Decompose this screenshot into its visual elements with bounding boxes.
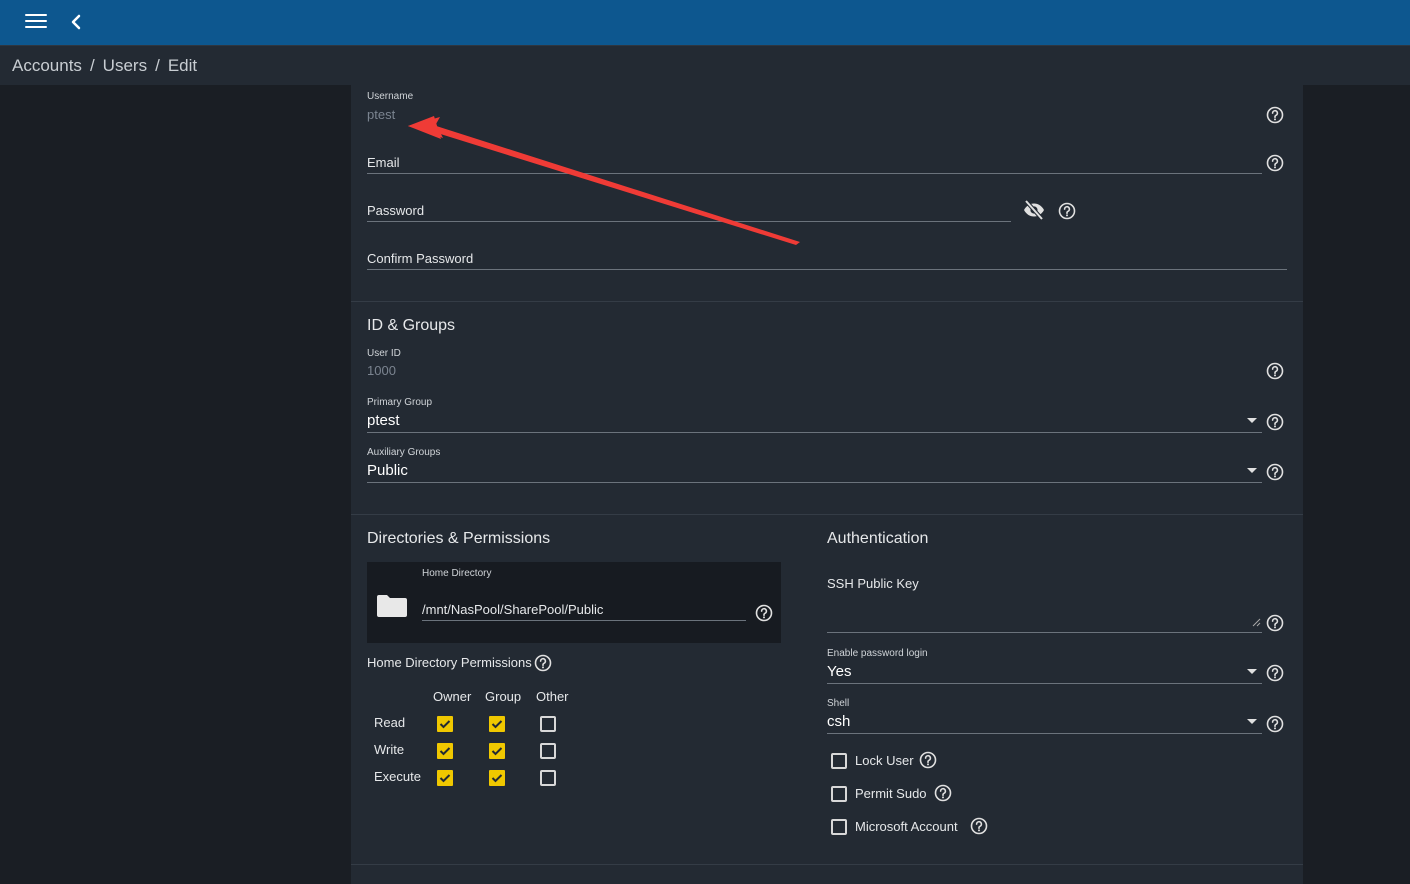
row-label-execute: Execute <box>374 769 421 784</box>
row-label-read: Read <box>374 715 406 730</box>
help-icon[interactable] <box>1266 614 1284 632</box>
microsoft-account-checkbox[interactable] <box>831 819 847 835</box>
password-login-label: Enable password login <box>827 648 928 659</box>
chevron-down-icon[interactable] <box>1247 719 1257 724</box>
authentication-title: Authentication <box>827 530 929 547</box>
execute-owner-checkbox[interactable] <box>437 770 453 786</box>
help-icon[interactable] <box>1266 106 1284 124</box>
help-icon[interactable] <box>1266 715 1284 733</box>
execute-other-checkbox[interactable] <box>540 770 556 786</box>
menu-icon[interactable] <box>25 14 47 30</box>
chevron-down-icon[interactable] <box>1247 669 1257 674</box>
help-icon[interactable] <box>1266 463 1284 481</box>
shell-select[interactable]: csh <box>827 713 850 730</box>
password-field[interactable]: Password <box>367 203 424 218</box>
primary-group-select[interactable]: ptest <box>367 412 400 429</box>
primary-group-label: Primary Group <box>367 397 433 408</box>
ssh-key-underline <box>827 632 1262 633</box>
lock-user-checkbox[interactable] <box>831 753 847 769</box>
help-icon[interactable] <box>934 784 952 802</box>
write-other-checkbox[interactable] <box>540 743 556 759</box>
confirm-password-field[interactable]: Confirm Password <box>367 251 473 266</box>
breadcrumb-bar: Accounts / Users / Edit <box>0 45 1410 85</box>
home-permissions-label: Home Directory Permissions <box>367 655 532 670</box>
read-owner-checkbox[interactable] <box>437 716 453 732</box>
help-icon[interactable] <box>919 751 937 769</box>
id-groups-title: ID & Groups <box>367 317 456 334</box>
help-icon[interactable] <box>755 604 773 622</box>
breadcrumb-accounts[interactable]: Accounts <box>12 56 82 75</box>
auxiliary-groups-label: Auxiliary Groups <box>367 447 441 458</box>
section-divider <box>351 301 1303 302</box>
password-underline <box>367 221 1011 222</box>
help-icon[interactable] <box>1266 154 1284 172</box>
user-id-label: User ID <box>367 348 401 359</box>
help-icon[interactable] <box>1266 664 1284 682</box>
column-header-other: Other <box>536 689 569 704</box>
username-field: ptest <box>367 107 396 122</box>
home-directory-underline <box>422 620 746 621</box>
directories-title: Directories & Permissions <box>367 530 551 547</box>
execute-group-checkbox[interactable] <box>489 770 505 786</box>
primary-group-underline <box>367 432 1262 433</box>
shell-label: Shell <box>827 698 850 709</box>
breadcrumb-separator: / <box>155 56 160 75</box>
eye-off-icon[interactable] <box>1022 199 1046 221</box>
password-login-select[interactable]: Yes <box>827 663 851 680</box>
permit-sudo-label: Permit Sudo <box>855 786 927 801</box>
auxiliary-groups-select[interactable]: Public <box>367 462 408 479</box>
write-owner-checkbox[interactable] <box>437 743 453 759</box>
help-icon[interactable] <box>1266 362 1284 380</box>
row-label-write: Write <box>374 742 405 757</box>
breadcrumb-users[interactable]: Users <box>103 56 147 75</box>
home-directory-box: Home Directory /mnt/NasPool/SharePool/Pu… <box>367 562 781 643</box>
chevron-down-icon[interactable] <box>1247 468 1257 473</box>
breadcrumb-separator: / <box>89 56 95 75</box>
read-group-checkbox[interactable] <box>489 716 505 732</box>
write-group-checkbox[interactable] <box>489 743 505 759</box>
help-icon[interactable] <box>1266 413 1284 431</box>
chevron-left-icon[interactable] <box>69 12 85 32</box>
read-other-checkbox[interactable] <box>540 716 556 732</box>
help-icon[interactable] <box>534 654 552 672</box>
chevron-down-icon[interactable] <box>1247 418 1257 423</box>
user-id-field: 1000 <box>367 363 396 378</box>
permit-sudo-checkbox[interactable] <box>831 786 847 802</box>
top-toolbar <box>0 0 1410 45</box>
section-divider <box>351 864 1303 865</box>
auxiliary-groups-underline <box>367 482 1262 483</box>
user-edit-form: Username ptest Email Password Confirm Pa… <box>351 85 1303 884</box>
help-icon[interactable] <box>1058 202 1076 220</box>
email-underline <box>367 173 1262 174</box>
home-directory-label: Home Directory <box>422 568 492 579</box>
folder-icon[interactable] <box>376 594 408 618</box>
section-divider <box>351 514 1303 515</box>
breadcrumb-edit: Edit <box>167 56 198 75</box>
help-icon[interactable] <box>970 817 988 835</box>
column-header-group: Group <box>485 689 522 704</box>
ssh-public-key-field[interactable]: SSH Public Key <box>827 576 919 591</box>
shell-underline <box>827 733 1262 734</box>
confirm-password-underline <box>367 269 1287 270</box>
breadcrumb: Accounts / Users / Edit <box>12 56 197 76</box>
microsoft-account-label: Microsoft Account <box>855 819 958 834</box>
password-login-underline <box>827 683 1262 684</box>
lock-user-label: Lock User <box>855 753 914 768</box>
username-label: Username <box>367 91 414 102</box>
home-directory-input[interactable]: /mnt/NasPool/SharePool/Public <box>422 602 603 617</box>
email-field[interactable]: Email <box>367 155 400 170</box>
resize-handle-icon[interactable] <box>1251 617 1261 627</box>
column-header-owner: Owner <box>433 689 472 704</box>
